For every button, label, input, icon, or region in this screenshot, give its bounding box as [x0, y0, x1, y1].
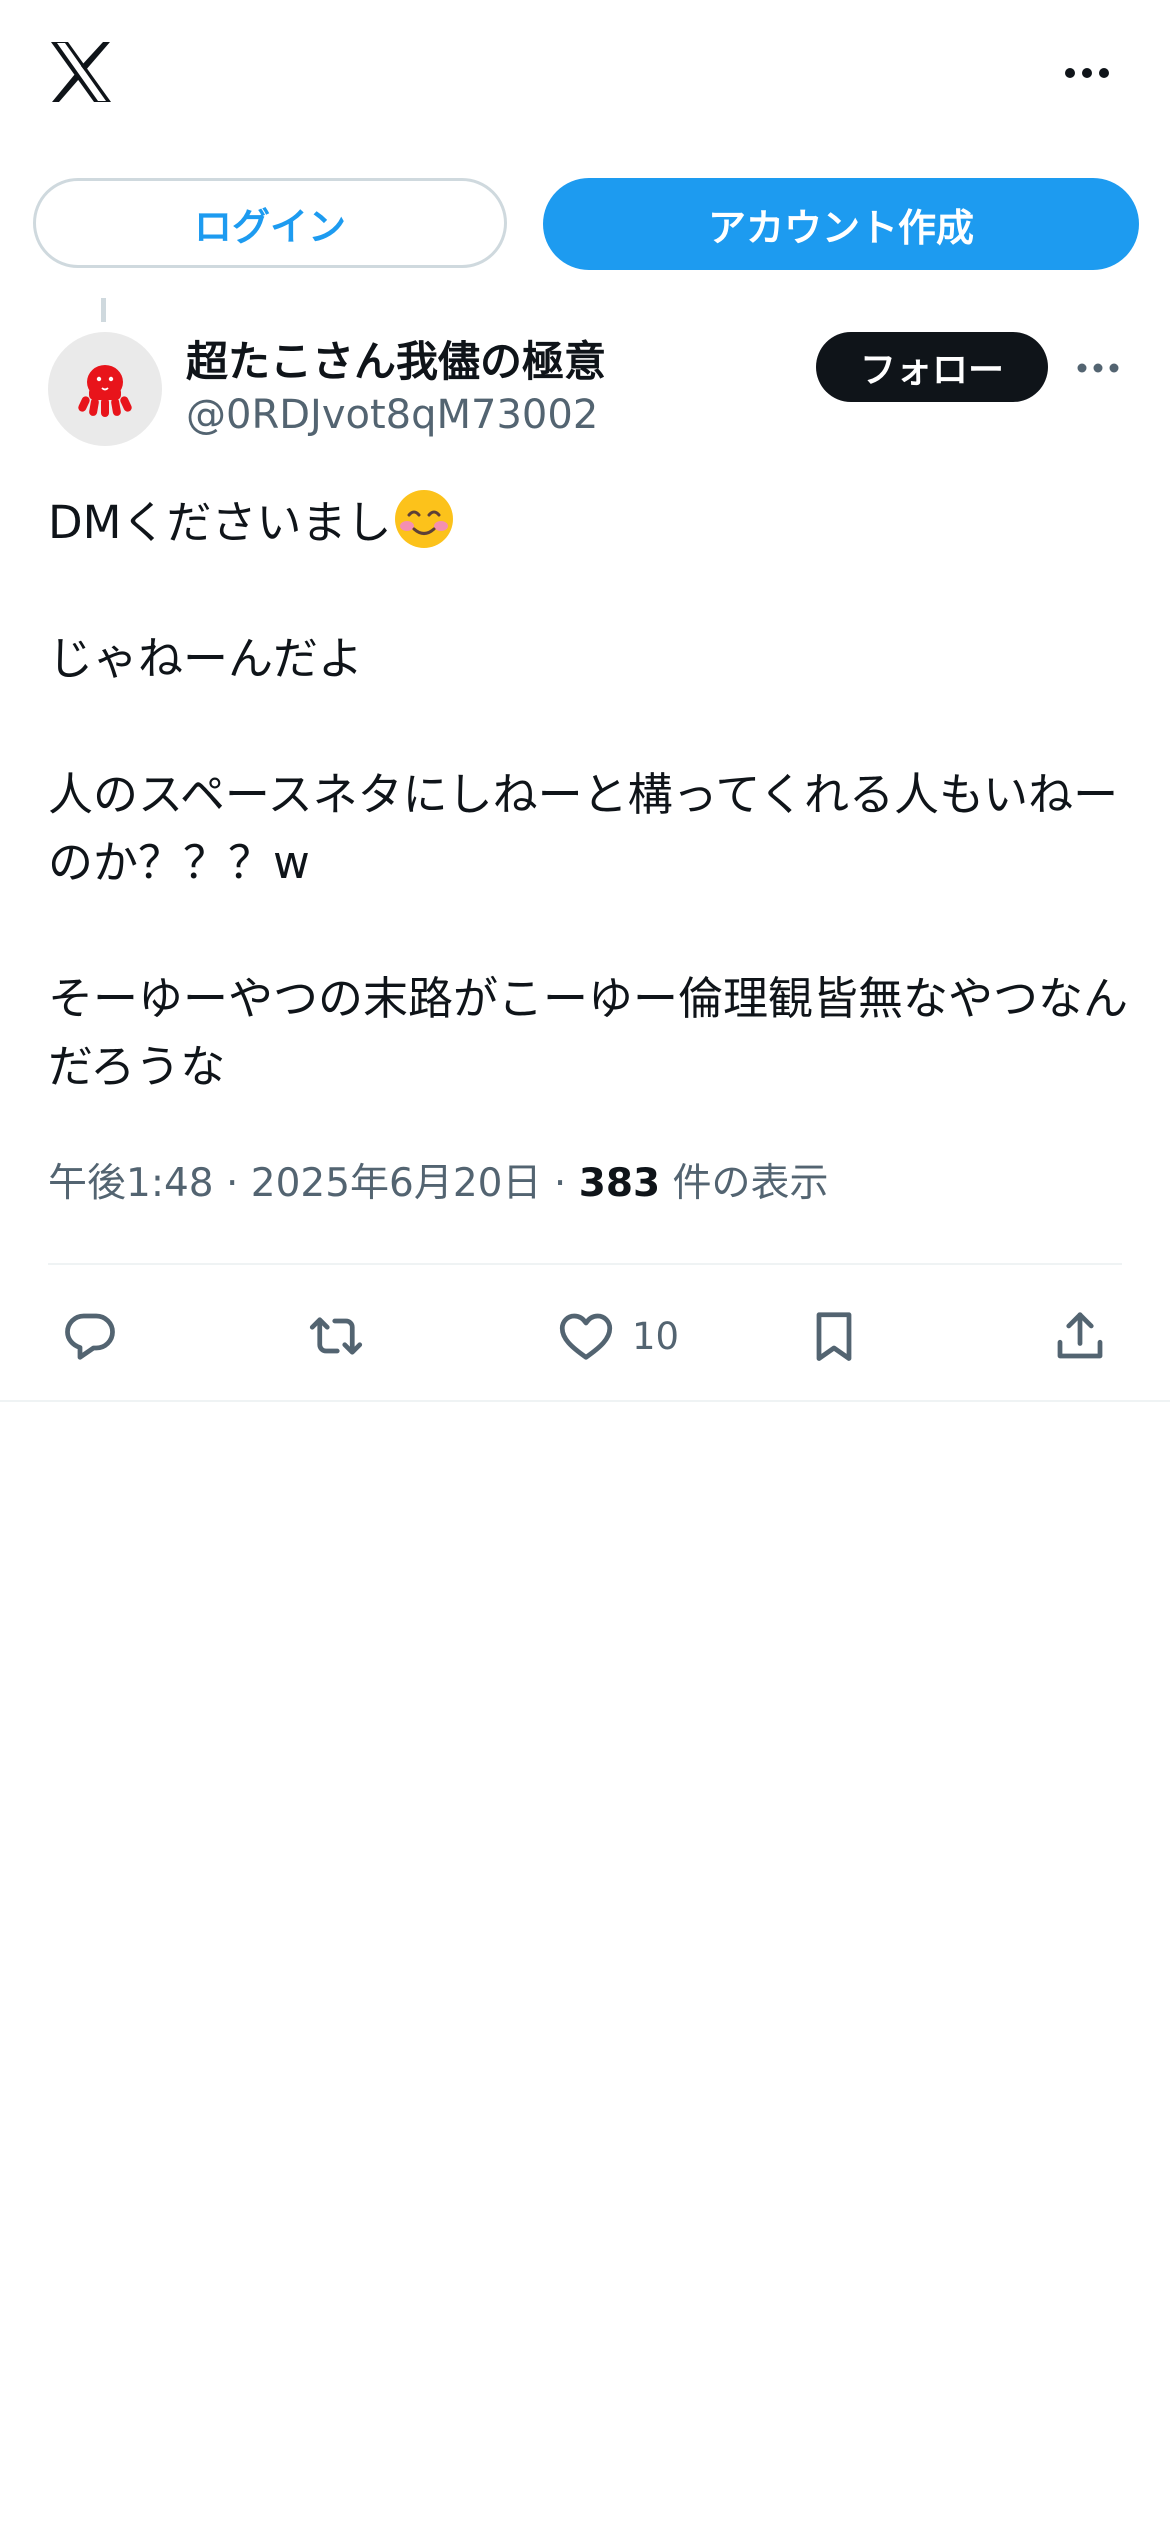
reply-icon: [65, 1313, 115, 1360]
action-bar: 10: [0, 1300, 1170, 1372]
x-logo-icon[interactable]: [48, 40, 114, 104]
divider: [48, 1263, 1122, 1265]
thread-connector-line: [101, 298, 106, 322]
bookmark-button[interactable]: [804, 1300, 864, 1372]
repost-icon: [309, 1317, 363, 1355]
avatar[interactable]: [48, 332, 162, 446]
tweet-paragraph: じゃねーんだよ: [48, 632, 364, 685]
heart-icon: [559, 1313, 613, 1360]
divider: [0, 1400, 1170, 1402]
create-account-button[interactable]: アカウント作成: [543, 178, 1139, 270]
auth-buttons: ログイン アカウント作成: [0, 178, 1170, 272]
post-time[interactable]: 午後1:48: [48, 1161, 214, 1206]
user-handle[interactable]: @0RDJvot8qM73002: [186, 392, 598, 438]
login-button[interactable]: ログイン: [33, 178, 507, 268]
share-button[interactable]: [1050, 1300, 1110, 1372]
top-bar: [0, 0, 1170, 150]
tweet-paragraph: そーゆーやつの末路がこーゆー倫理観皆無なやつなんだろうな: [48, 972, 1129, 1093]
more-horizontal-icon[interactable]: [1062, 58, 1112, 88]
meta-separator: ·: [553, 1161, 579, 1206]
display-name[interactable]: 超たこさん我儘の極意: [186, 328, 606, 389]
tweet-paragraph: DMくださいまし: [48, 488, 1128, 557]
reply-button[interactable]: [60, 1300, 120, 1372]
bookmark-icon: [816, 1312, 852, 1361]
like-button[interactable]: 10: [556, 1300, 679, 1372]
follow-button[interactable]: フォロー: [816, 332, 1048, 402]
share-icon: [1057, 1312, 1103, 1359]
meta-separator: ·: [226, 1161, 251, 1206]
tweet-paragraph: 人のスペースネタにしねーと構ってくれる人もいねーのか？？？w: [48, 768, 1119, 889]
more-horizontal-icon[interactable]: [1076, 356, 1120, 380]
post-meta: 午後1:48 · 2025年6月20日 · 383 件の表示: [48, 1152, 829, 1208]
tweet-text: DMくださいまし じゃねーんだよ 人のスペースネタにしねーと構ってくれる人もいね…: [48, 488, 1128, 1101]
views-label: 件の表示: [672, 1161, 829, 1206]
smiling-face-emoji-icon: [395, 490, 454, 548]
like-count: 10: [632, 1314, 680, 1358]
views-count: 383: [578, 1161, 661, 1206]
repost-button[interactable]: [306, 1300, 366, 1372]
post-date[interactable]: 2025年6月20日: [251, 1161, 542, 1206]
octopus-icon: [78, 365, 132, 417]
